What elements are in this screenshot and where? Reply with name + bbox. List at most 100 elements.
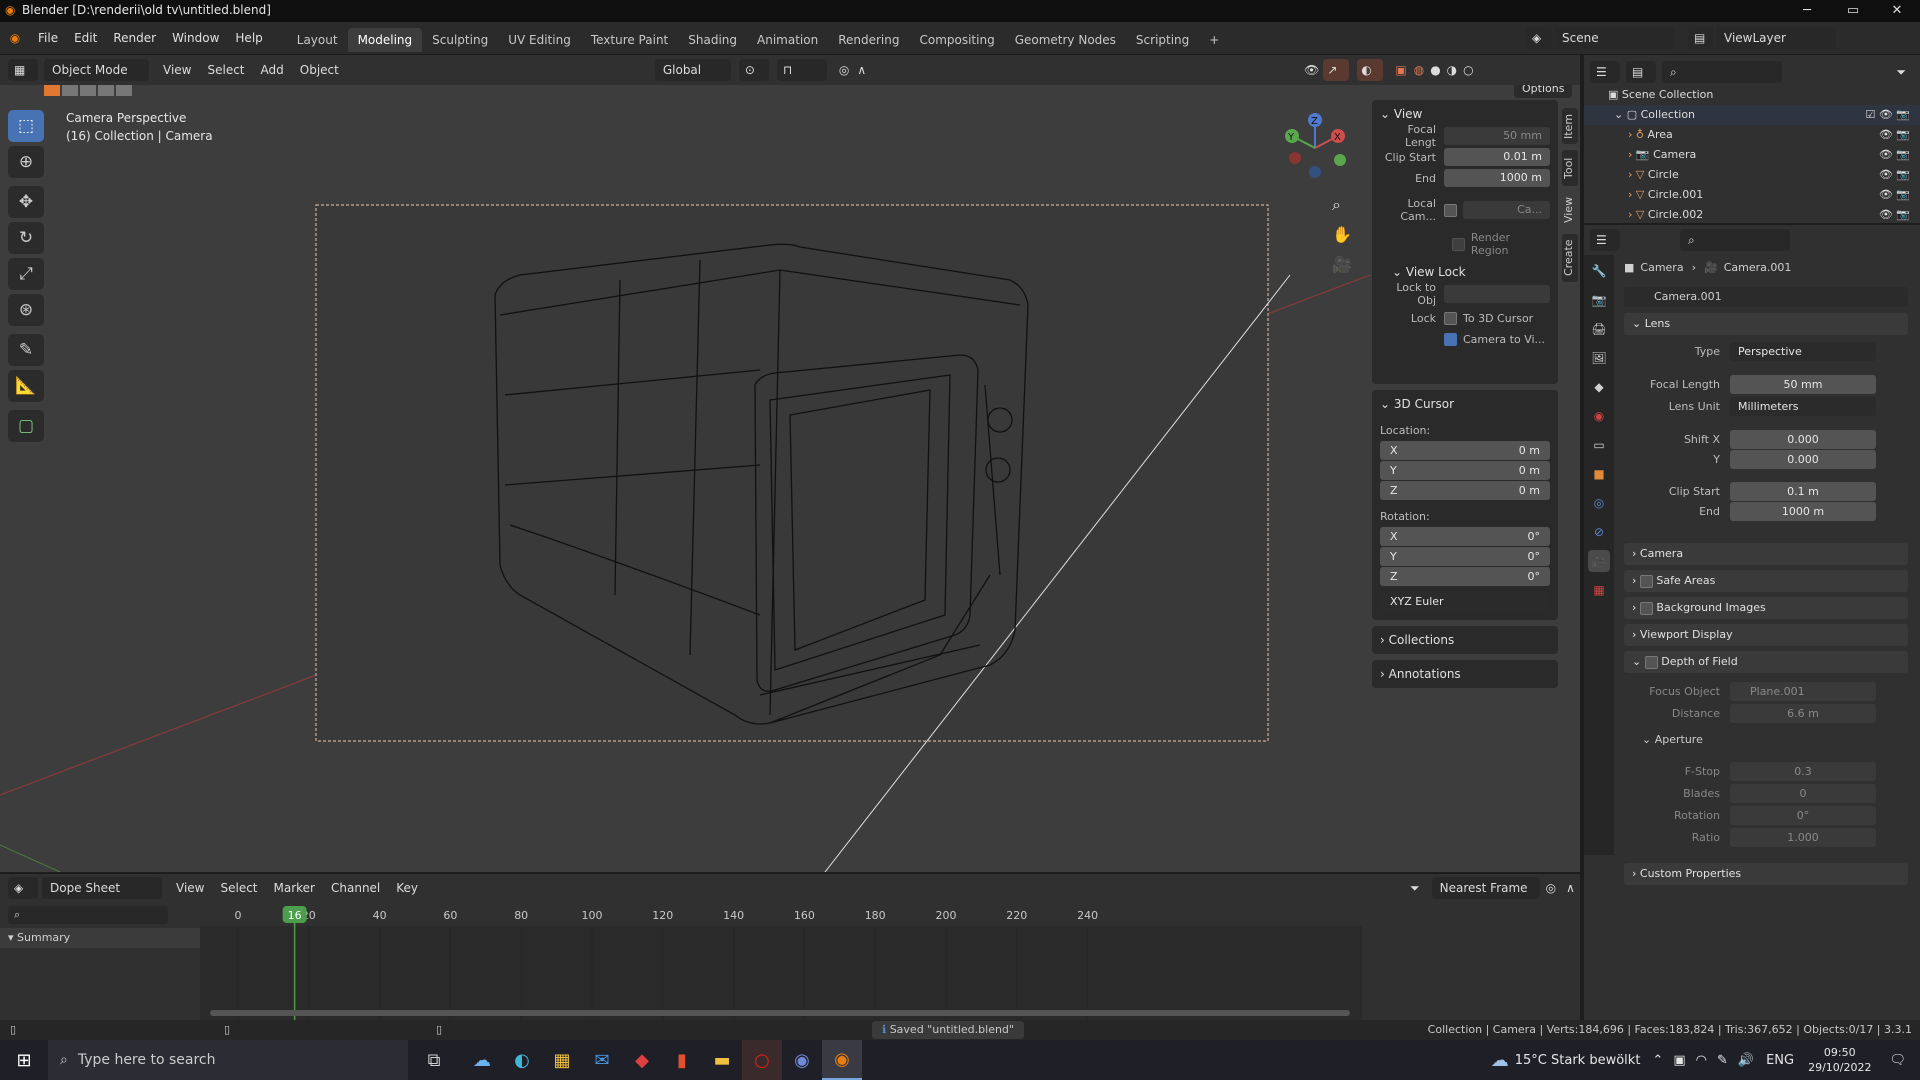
outliner-item-area[interactable]: › ♁ Area 👁 📷	[1584, 125, 1920, 145]
tray-chevron-icon[interactable]: ⌃	[1652, 1053, 1663, 1068]
solid-shading-icon[interactable]: ●	[1427, 59, 1443, 81]
local-camera-checkbox[interactable]	[1444, 203, 1457, 217]
collection-tab-icon[interactable]: ▭	[1588, 434, 1610, 456]
render-region-checkbox[interactable]	[1452, 237, 1465, 251]
notification-icon[interactable]: 🗨	[1889, 1053, 1906, 1068]
dope-menu-channel[interactable]: Channel	[323, 877, 388, 899]
file-explorer-app-icon[interactable]: ▬	[702, 1040, 742, 1080]
render-tab-icon[interactable]: 📷	[1588, 289, 1610, 311]
clip-end-field[interactable]: 1000 m	[1730, 501, 1876, 521]
cursor-location-z[interactable]: Z 0 m	[1380, 481, 1550, 500]
rendered-shading-icon[interactable]: ○	[1460, 59, 1476, 81]
blades-field[interactable]: 0	[1730, 783, 1876, 803]
dope-menu-key[interactable]: Key	[388, 877, 426, 899]
annotations-panel[interactable]: › Annotations	[1372, 660, 1558, 688]
network-device-icon[interactable]: ▣	[1673, 1053, 1685, 1068]
outliner-item-circle[interactable]: › ▽ Circle 👁 📷	[1584, 165, 1920, 185]
tab-scripting[interactable]: Scripting	[1125, 28, 1200, 52]
tab-layout[interactable]: Layout	[286, 28, 348, 52]
add-cube-tool-icon[interactable]: ▢	[8, 410, 44, 442]
lens-unit-select[interactable]: Millimeters	[1730, 396, 1876, 416]
tab-texture-paint[interactable]: Texture Paint	[580, 28, 679, 52]
properties-editor-icon[interactable]: ☰	[1590, 229, 1620, 251]
visibility-icon[interactable]: 👁 📷	[1879, 205, 1910, 225]
transform-orientation-select[interactable]: Global	[654, 59, 731, 81]
pen-icon[interactable]: ✎	[1717, 1053, 1728, 1068]
summary-channel[interactable]: ▾ Summary	[0, 928, 200, 948]
distance-field[interactable]: 6.6 m	[1730, 703, 1876, 723]
visibility-icon[interactable]: 👁	[1300, 59, 1323, 81]
collections-panel[interactable]: › Collections	[1372, 626, 1558, 654]
wifi-icon[interactable]: ◠	[1696, 1053, 1707, 1068]
viewport-menu-select[interactable]: Select	[199, 59, 252, 81]
windows-start-icon[interactable]: ⊞	[0, 1040, 48, 1080]
depth-of-field-section-header[interactable]: ⌄ Depth of Field	[1624, 651, 1908, 673]
visibility-icon[interactable]: 👁 📷	[1879, 145, 1910, 165]
onedrive-app-icon[interactable]: ☁	[462, 1040, 502, 1080]
cursor-rotation-y[interactable]: Y 0°	[1380, 547, 1550, 566]
camera-to-view-checkbox[interactable]	[1444, 332, 1457, 346]
local-camera-field[interactable]: Ca...	[1463, 201, 1550, 219]
timeline-region[interactable]: 0 20 40 60 80 100 120 140 160 180 200 220 240 16	[200, 902, 1362, 1020]
lock-cursor-checkbox[interactable]	[1444, 311, 1457, 325]
navigation-gizmo[interactable]: Z X Y	[1280, 110, 1350, 185]
safe-areas-section-header[interactable]: › Safe Areas	[1624, 570, 1908, 592]
measure-tool-icon[interactable]: 📐	[8, 370, 44, 402]
viewlayer-selector[interactable]: ViewLayer	[1716, 27, 1836, 49]
add-workspace-button[interactable]: +	[1199, 28, 1230, 52]
lens-section-header[interactable]: ⌄ Lens	[1624, 313, 1908, 335]
gizmo-toggle-icon[interactable]: ↗	[1323, 59, 1350, 81]
safe-areas-checkbox[interactable]	[1639, 574, 1653, 588]
language-indicator[interactable]: ENG	[1766, 1053, 1794, 1068]
physics-tab-icon[interactable]: ◎	[1588, 492, 1610, 514]
volume-icon[interactable]: 🔊	[1738, 1053, 1754, 1068]
scene-collection-row[interactable]: ▣ Scene Collection	[1584, 85, 1920, 105]
pivot-icon[interactable]: ⊙	[738, 59, 769, 81]
camera-view-icon[interactable]: 🎥	[1332, 255, 1352, 274]
proportional-edit-icon[interactable]: ◎	[835, 59, 853, 81]
dope-menu-select[interactable]: Select	[212, 877, 265, 899]
fstop-field[interactable]: 0.3	[1730, 761, 1876, 781]
properties-search-input[interactable]: ⌕	[1680, 229, 1790, 251]
edge-app-icon[interactable]: ◐	[502, 1040, 542, 1080]
3d-cursor-header[interactable]: ⌄ 3D Cursor	[1372, 392, 1558, 416]
game-app-icon[interactable]: ◆	[622, 1040, 662, 1080]
editor-type-icon[interactable]: ▦	[8, 59, 38, 81]
blender-menu-icon[interactable]: ◉	[0, 31, 30, 45]
viewport-display-section-header[interactable]: › Viewport Display	[1624, 624, 1908, 646]
world-tab-icon[interactable]: ◉	[1588, 405, 1610, 427]
tab-uv-editing[interactable]: UV Editing	[498, 28, 581, 52]
viewport-menu-object[interactable]: Object	[292, 59, 347, 81]
falloff-curve-icon[interactable]: ∧	[1562, 877, 1579, 899]
shift-x-field[interactable]: 0.000	[1730, 429, 1876, 449]
transform-tool-icon[interactable]: ⊛	[8, 294, 44, 326]
viewlayer-icon[interactable]: ▤	[1688, 27, 1714, 49]
cursor-tool-icon[interactable]: ⊕	[8, 146, 44, 178]
dope-menu-view[interactable]: View	[168, 877, 212, 899]
visibility-icon[interactable]: 👁 📷	[1879, 165, 1910, 185]
tab-rendering[interactable]: Rendering	[828, 28, 910, 52]
wireframe-shading-icon[interactable]: ◍	[1411, 59, 1427, 81]
annotate-tool-icon[interactable]: ✎	[8, 334, 44, 366]
proportional-icon[interactable]: ◎	[1540, 877, 1562, 899]
taskbar-search-box[interactable]: ⌕ Type here to search	[48, 1040, 408, 1080]
shift-y-field[interactable]: 0.000	[1730, 449, 1876, 469]
view-layer-tab-icon[interactable]: 🖼	[1588, 347, 1610, 369]
scene-tab-icon[interactable]: ◆	[1588, 376, 1610, 398]
tool-tab-icon[interactable]: 🔧	[1588, 260, 1610, 282]
scale-tool-icon[interactable]: ⤢	[8, 258, 44, 290]
outliner-search-input[interactable]: ⌕	[1662, 61, 1782, 83]
cursor-location-y[interactable]: Y 0 m	[1380, 461, 1550, 480]
camera-datablock-field[interactable]: Camera.001	[1624, 287, 1908, 307]
dope-filter-icon[interactable]: ⏷	[1406, 877, 1424, 899]
collection-row[interactable]: ⌄ ▢ Collection ☑ 👁 📷	[1584, 105, 1920, 125]
menu-edit[interactable]: Edit	[66, 22, 105, 55]
snap-icon[interactable]: ⊓	[776, 59, 827, 81]
sidebar-tab-tool[interactable]: Tool	[1562, 150, 1578, 186]
object-tab-icon[interactable]: ■	[1588, 463, 1610, 485]
cursor-rotation-z[interactable]: Z 0°	[1380, 567, 1550, 586]
mail-app-icon[interactable]: ✉	[582, 1040, 622, 1080]
custom-properties-section-header[interactable]: › Custom Properties	[1624, 863, 1908, 885]
move-tool-icon[interactable]: ✥	[8, 186, 44, 218]
visibility-icon[interactable]: 👁 📷	[1879, 125, 1910, 145]
